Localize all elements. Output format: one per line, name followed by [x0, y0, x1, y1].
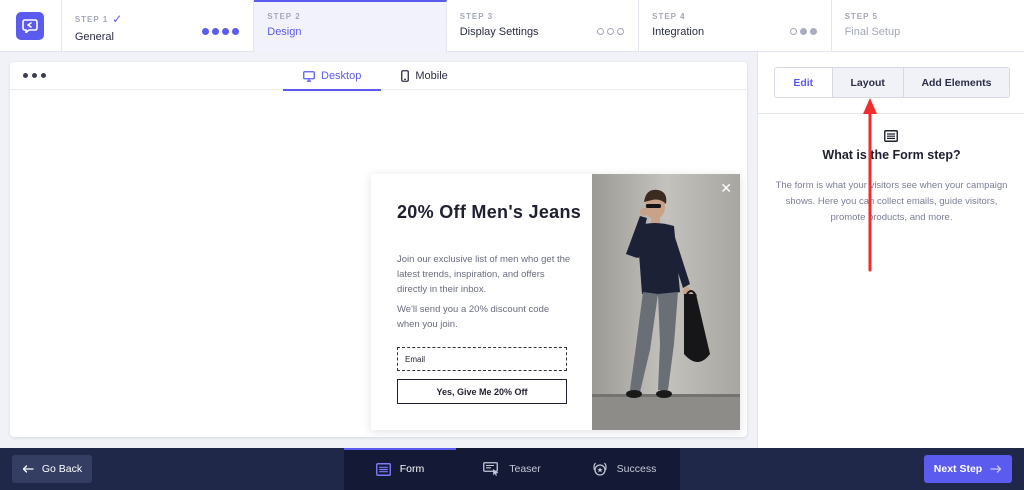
go-back-button[interactable]: Go Back — [12, 455, 92, 483]
step-number: STEP 3 — [459, 12, 494, 21]
cta-button[interactable]: Yes, Give Me 20% Off — [397, 379, 567, 404]
tab-layout[interactable]: Layout — [832, 68, 904, 97]
popup-description[interactable]: Join our exclusive list of men who get t… — [397, 252, 572, 297]
progress-dots — [789, 28, 817, 35]
step-general[interactable]: STEP 1 ✓ General — [62, 0, 255, 52]
desktop-icon — [303, 70, 315, 82]
button-label: Next Step — [933, 463, 983, 475]
tab-desktop[interactable]: Desktop — [283, 62, 382, 91]
tab-label: Desktop — [321, 70, 362, 82]
popup-preview[interactable]: 20% Off Men's Jeans Join our exclusive l… — [371, 174, 740, 430]
step-number: STEP 2 — [267, 12, 301, 21]
panel-tabs: Edit Layout Add Elements — [774, 67, 1010, 98]
step-number: STEP 5 — [844, 12, 878, 21]
popup-description-secondary[interactable]: We'll send you a 20% discount code when … — [397, 302, 572, 332]
form-icon — [375, 462, 391, 476]
tab-add-elements[interactable]: Add Elements — [903, 68, 1009, 97]
tab-label: Mobile — [415, 70, 448, 82]
step-number: STEP 1 — [74, 14, 109, 24]
bottom-bar: Go Back Form Teaser Success Next Step — [0, 448, 1024, 490]
campaign-step-tabs: Form Teaser Success — [344, 448, 680, 490]
preview-canvas: Desktop Mobile 20% Off Men's Jeans Join … — [10, 62, 747, 437]
progress-dots — [202, 28, 240, 35]
checkmark-icon: ✓ — [112, 12, 124, 26]
arrow-left-icon — [22, 465, 34, 473]
panel-heading: What is the Form step? — [822, 148, 961, 162]
annotation-arrow-icon — [863, 98, 877, 272]
success-icon — [592, 462, 607, 476]
tab-form[interactable]: Form — [344, 448, 456, 490]
mobile-icon — [401, 70, 410, 82]
tab-edit[interactable]: Edit — [775, 68, 833, 97]
tab-label: Success — [616, 463, 657, 475]
form-icon — [884, 129, 898, 147]
canvas-header: Desktop Mobile — [10, 62, 747, 91]
step-display-settings[interactable]: STEP 3 Display Settings — [447, 0, 640, 52]
next-step-button[interactable]: Next Step — [924, 455, 1012, 483]
step-final-setup[interactable]: STEP 5 Final Setup — [832, 0, 1024, 52]
editor-panel: Edit Layout Add Elements What is the For… — [757, 52, 1024, 448]
divider — [758, 113, 1024, 114]
panel-description: The form is what your visitors see when … — [775, 180, 1008, 223]
step-label: Design — [267, 26, 302, 38]
more-icon[interactable] — [23, 73, 46, 78]
progress-dots — [597, 28, 625, 35]
app-logo-icon — [16, 12, 45, 40]
step-number: STEP 4 — [652, 12, 686, 21]
top-stepper: STEP 1 ✓ General STEP 2 Design STEP 3 Di… — [0, 0, 1024, 52]
step-label: Final Setup — [844, 26, 901, 38]
button-label: Go Back — [41, 463, 83, 475]
logo[interactable] — [0, 0, 62, 52]
teaser-icon — [483, 462, 499, 476]
popup-title[interactable]: 20% Off Men's Jeans — [397, 200, 587, 224]
tab-success[interactable]: Success — [568, 448, 680, 490]
step-design[interactable]: STEP 2 Design — [254, 0, 447, 52]
device-tabs: Desktop Mobile — [283, 62, 468, 91]
tab-mobile[interactable]: Mobile — [381, 62, 467, 90]
step-integration[interactable]: STEP 4 Integration — [639, 0, 832, 52]
tab-label: Form — [399, 463, 425, 475]
close-icon[interactable]: ✕ — [720, 180, 732, 197]
email-field[interactable] — [397, 347, 567, 371]
tab-teaser[interactable]: Teaser — [456, 448, 568, 490]
tab-label: Teaser — [509, 463, 541, 475]
arrow-right-icon — [990, 465, 1002, 473]
model-photo[interactable]: ✕ — [592, 174, 740, 430]
